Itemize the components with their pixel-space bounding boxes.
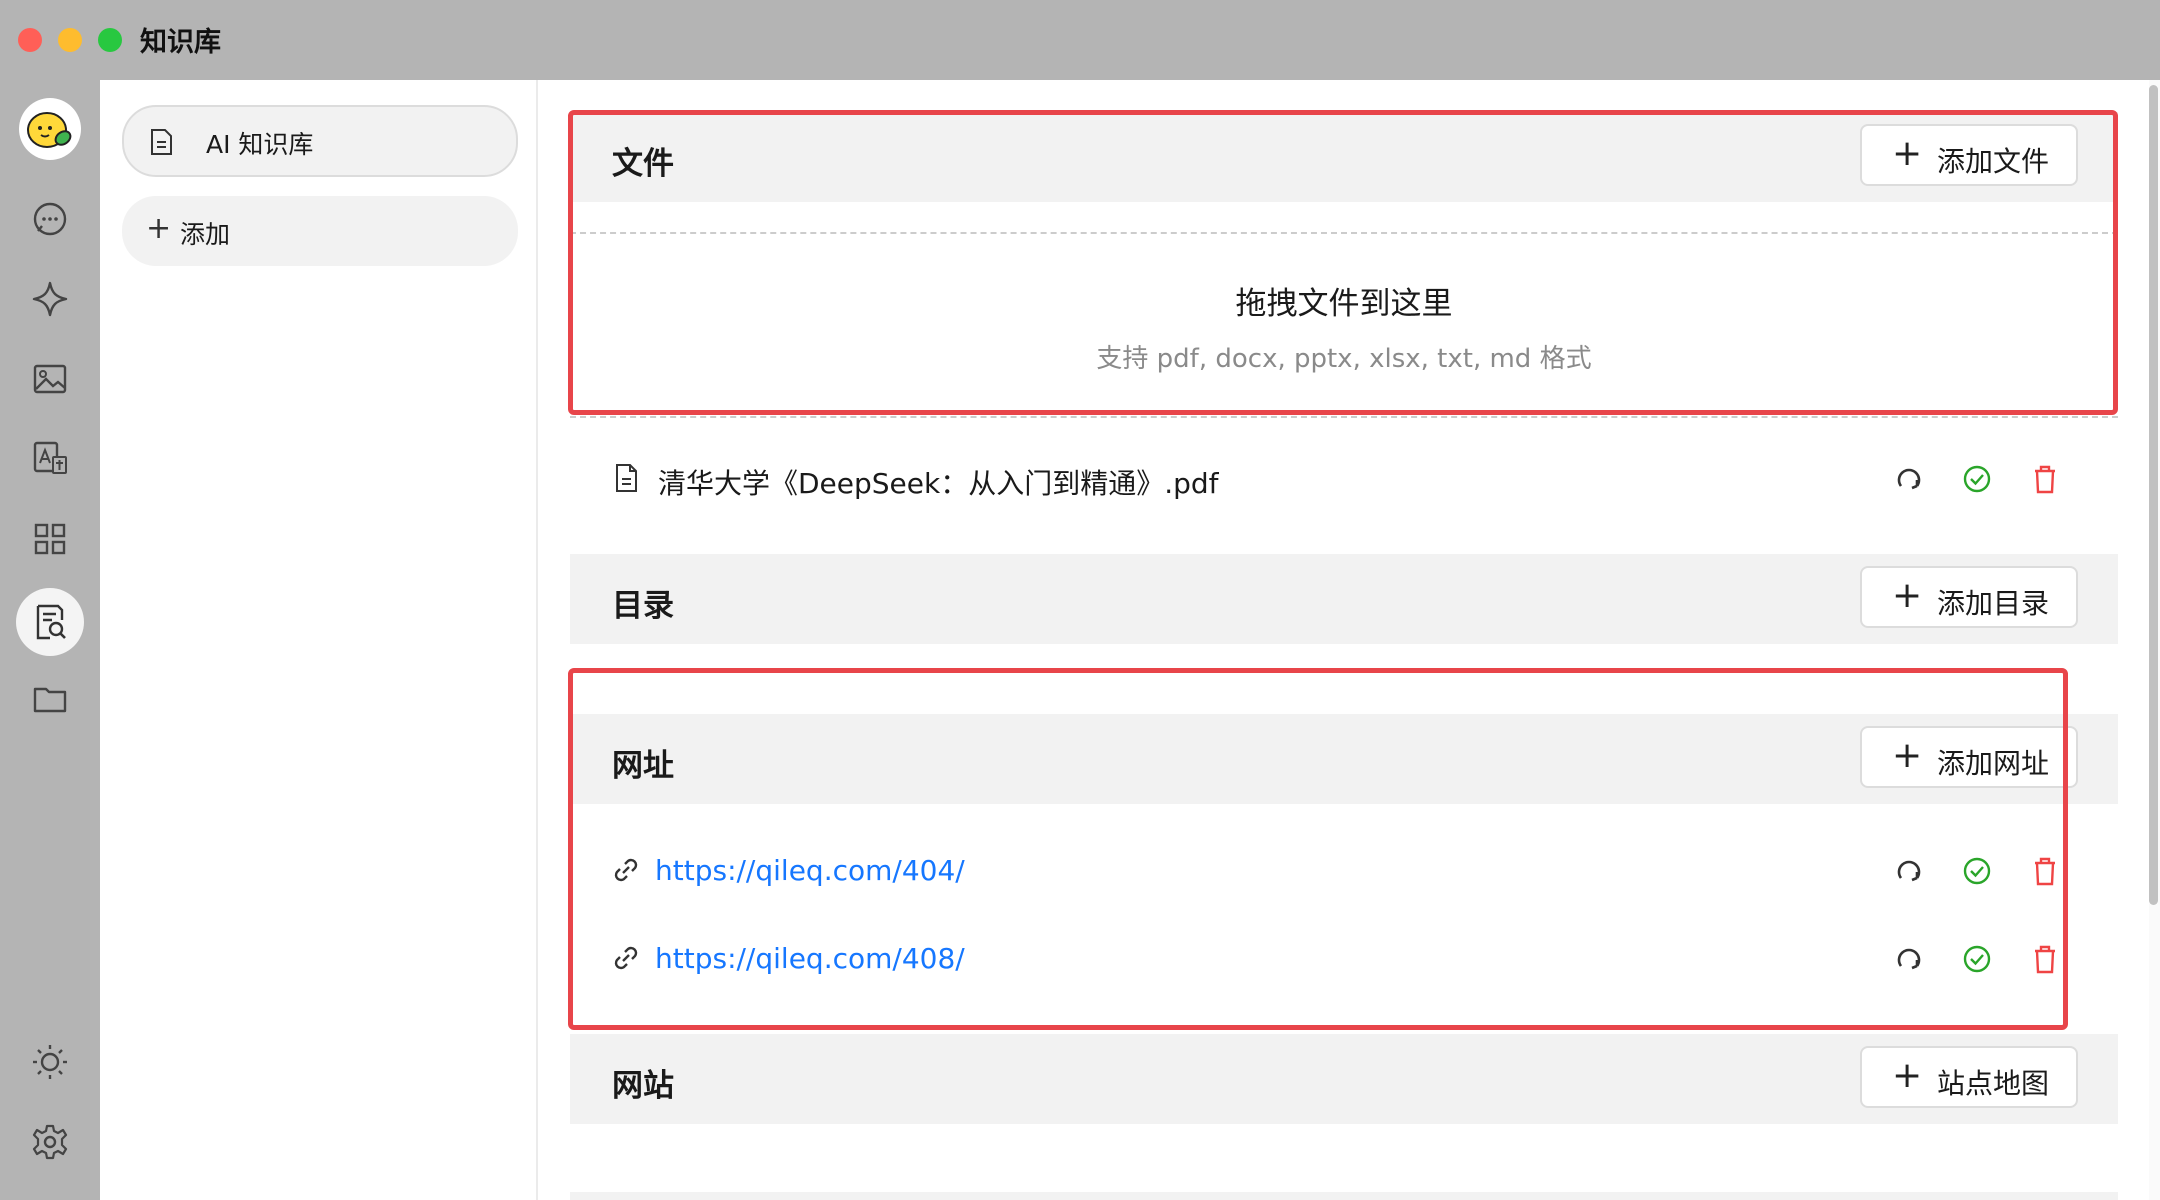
sitemap-button[interactable]: + 站点地图 xyxy=(1860,1046,2078,1108)
window-titlebar: 知识库 xyxy=(0,0,2160,80)
directory-section-title: 目录 xyxy=(612,588,674,624)
folder-icon[interactable] xyxy=(28,677,72,721)
document-icon xyxy=(616,464,637,492)
website-section-title: 网站 xyxy=(612,1068,674,1104)
url-section-title: 网址 xyxy=(612,748,674,784)
url-list-item: https://qileq.com/404/ xyxy=(570,840,2118,900)
add-url-button[interactable]: + 添加网址 xyxy=(1860,726,2078,788)
theme-sun-icon[interactable] xyxy=(28,1040,72,1084)
sitemap-label: 站点地图 xyxy=(1937,1067,2050,1100)
add-url-label: 添加网址 xyxy=(1937,747,2050,780)
scrollbar-thumb[interactable] xyxy=(2149,85,2158,905)
document-icon xyxy=(151,129,172,155)
plus-icon: + xyxy=(1892,575,1923,616)
refresh-icon[interactable] xyxy=(1892,854,1926,888)
files-section-title: 文件 xyxy=(612,146,674,182)
sparkle-icon[interactable] xyxy=(28,277,72,321)
drop-zone-title: 拖拽文件到这里 xyxy=(1235,286,1453,322)
status-check-icon xyxy=(1960,942,1994,976)
add-directory-label: 添加目录 xyxy=(1937,587,2050,620)
delete-trash-icon[interactable] xyxy=(2028,942,2062,976)
plus-icon: + xyxy=(1892,735,1923,776)
maximize-window-button[interactable] xyxy=(98,28,122,52)
refresh-icon[interactable] xyxy=(1892,462,1926,496)
url-section-header: 网址 + 添加网址 xyxy=(570,714,2118,804)
add-directory-button[interactable]: + 添加目录 xyxy=(1860,566,2078,628)
status-check-icon xyxy=(1960,462,1994,496)
file-drop-zone[interactable]: 拖拽文件到这里 支持 pdf, docx, pptx, xlsx, txt, m… xyxy=(570,232,2118,418)
apps-grid-icon[interactable] xyxy=(28,517,72,561)
kb-item-label: AI 知识库 xyxy=(206,130,314,159)
lemon-avatar-icon xyxy=(27,112,72,148)
plus-icon: + xyxy=(1892,1055,1923,1096)
window-title: 知识库 xyxy=(140,27,221,58)
files-section-header: 文件 + 添加文件 xyxy=(570,112,2118,202)
add-knowledge-base-button[interactable]: + 添加 xyxy=(122,196,518,266)
plus-icon: + xyxy=(146,211,172,246)
refresh-icon[interactable] xyxy=(1892,942,1926,976)
settings-gear-icon[interactable] xyxy=(28,1120,72,1164)
url-list-item: https://qileq.com/408/ xyxy=(570,928,2118,988)
icon-sidebar xyxy=(0,80,100,1200)
plus-icon: + xyxy=(1892,133,1923,174)
image-icon[interactable] xyxy=(28,357,72,401)
avatar[interactable] xyxy=(19,98,81,160)
link-icon xyxy=(614,946,638,970)
url-link[interactable]: https://qileq.com/408/ xyxy=(655,942,965,975)
delete-trash-icon[interactable] xyxy=(2028,854,2062,888)
chat-bubble-icon[interactable] xyxy=(28,197,72,241)
knowledge-base-icon[interactable] xyxy=(28,600,72,644)
file-name[interactable]: 清华大学《DeepSeek：从入门到精通》.pdf xyxy=(658,462,1219,502)
url-link[interactable]: https://qileq.com/404/ xyxy=(655,854,965,887)
link-icon xyxy=(614,858,638,882)
knowledge-base-list-panel: AI 知识库 + 添加 xyxy=(100,80,538,1200)
add-kb-label: 添加 xyxy=(180,220,231,249)
file-list-item: 清华大学《DeepSeek：从入门到精通》.pdf xyxy=(570,448,2118,508)
drop-zone-hint: 支持 pdf, docx, pptx, xlsx, txt, md 格式 xyxy=(1096,344,1592,374)
directory-section-header: 目录 + 添加目录 xyxy=(570,554,2118,644)
close-window-button[interactable] xyxy=(18,28,42,52)
minimize-window-button[interactable] xyxy=(58,28,82,52)
add-file-label: 添加文件 xyxy=(1937,145,2050,178)
delete-trash-icon[interactable] xyxy=(2028,462,2062,496)
next-section-edge xyxy=(570,1192,2118,1200)
kb-item-ai[interactable]: AI 知识库 xyxy=(122,105,518,177)
add-file-button[interactable]: + 添加文件 xyxy=(1860,124,2078,186)
translate-icon[interactable] xyxy=(28,437,72,481)
website-section-header: 网站 + 站点地图 xyxy=(570,1034,2118,1124)
status-check-icon xyxy=(1960,854,1994,888)
